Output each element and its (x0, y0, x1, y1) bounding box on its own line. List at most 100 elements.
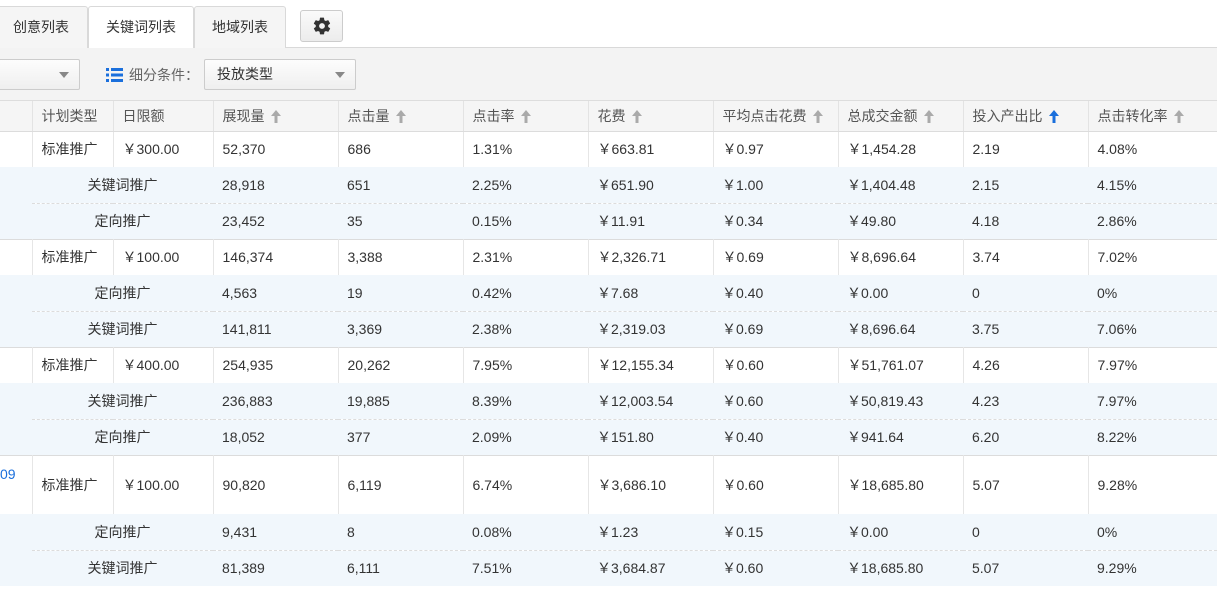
delivery-type-cell: 关键词推广 (32, 383, 213, 419)
gmv-cell: ￥0.00 (838, 275, 963, 311)
tab-region-list[interactable]: 地域列表 (194, 6, 286, 48)
filter-bar: 细分条件： 投放类型 (0, 48, 1217, 101)
sort-arrow-icon[interactable] (923, 109, 934, 126)
tab-creative-list[interactable]: 创意列表 (0, 6, 88, 48)
table-row-delivery-type: 定向推广 4,563 19 0.42% ￥7.68 ￥0.40 ￥0.00 0 0% (0, 275, 1217, 311)
column-header-label: 点击率 (472, 107, 515, 124)
cpc-cell: ￥0.34 (713, 202, 838, 239)
sort-arrow-icon[interactable] (812, 109, 823, 126)
ctr-cell: 0.42% (463, 275, 588, 311)
sort-arrow-icon[interactable] (1048, 109, 1059, 126)
sort-arrow-icon[interactable] (1173, 109, 1184, 126)
cpc-cell: ￥0.60 (713, 383, 838, 419)
column-header-name (0, 101, 33, 132)
column-header-total-gmv[interactable]: 总成交金额 (838, 101, 964, 132)
column-header-avg-cpc[interactable]: 平均点击花费 (713, 101, 839, 132)
column-header-ctr[interactable]: 点击率 (463, 101, 589, 132)
indent-cell (0, 419, 32, 455)
impressions-cell: 9,431 (213, 514, 338, 550)
plan-type-cell: 标准推广 (32, 454, 114, 514)
table-row-plan: 标准推广 ￥300.00 52,370 686 1.31% ￥663.81 ￥0.97 ￥1,… (0, 130, 1217, 167)
delivery-type-cell: 关键词推广 (32, 549, 213, 586)
column-header-clicks[interactable]: 点击量 (338, 101, 464, 132)
clicks-cell: 377 (338, 418, 463, 455)
impressions-cell: 28,918 (213, 167, 338, 203)
roi-cell: 6.20 (963, 418, 1088, 455)
cost-cell: ￥2,319.03 (588, 310, 713, 347)
clicks-cell: 8 (338, 514, 463, 550)
cpc-cell: ￥1.00 (713, 167, 838, 203)
clicks-cell: 3,388 (338, 238, 464, 275)
roi-cell: 2.19 (963, 130, 1089, 167)
gmv-cell: ￥18,685.80 (838, 549, 963, 586)
segment-select[interactable]: 投放类型 (204, 59, 356, 90)
clicks-cell: 35 (338, 202, 463, 239)
filter-select[interactable] (0, 59, 80, 90)
table-row-delivery-type: 关键词推广 236,883 19,885 8.39% ￥12,003.54 ￥0.60 ￥5… (0, 383, 1217, 419)
column-header-label: 日限额 (122, 107, 165, 124)
clicks-cell: 3,369 (338, 310, 463, 347)
report-tabs: 创意列表 关键词列表 地域列表 (0, 0, 1217, 49)
ctr-cell: 8.39% (463, 383, 588, 419)
impressions-cell: 23,452 (213, 202, 338, 239)
roi-cell: 3.74 (963, 238, 1089, 275)
clicks-cell: 20,262 (338, 346, 464, 383)
chevron-down-icon (335, 72, 345, 78)
sort-arrow-icon[interactable] (631, 109, 642, 126)
cost-cell: ￥3,686.10 (588, 454, 714, 514)
roi-cell: 2.15 (963, 167, 1088, 203)
table-row-plan: 09 标准推广 ￥100.00 90,820 6,119 6.74% ￥3,686.10 ￥0… (0, 454, 1217, 514)
plan-name-link[interactable]: 09 (0, 466, 31, 482)
cost-cell: ￥651.90 (588, 167, 713, 203)
indent-cell (0, 203, 32, 239)
impressions-cell: 81,389 (213, 549, 338, 586)
column-header-cost[interactable]: 花费 (588, 101, 714, 132)
column-header-label: 投入产出比 (972, 107, 1043, 124)
clicks-cell: 19,885 (338, 383, 463, 419)
column-header-click-cvr[interactable]: 点击转化率 (1088, 101, 1217, 132)
cost-cell: ￥11.91 (588, 202, 713, 239)
delivery-type-cell: 定向推广 (32, 418, 213, 455)
gmv-cell: ￥1,454.28 (838, 130, 964, 167)
cvr-cell: 9.28% (1088, 454, 1217, 514)
plan-type-cell: 标准推广 (32, 238, 114, 275)
cost-cell: ￥3,684.87 (588, 549, 713, 586)
column-header-impressions[interactable]: 展现量 (213, 101, 339, 132)
table-row-delivery-type: 关键词推广 28,918 651 2.25% ￥651.90 ￥1.00 ￥1,404.48… (0, 167, 1217, 203)
cvr-cell: 2.86% (1088, 202, 1217, 239)
report-table: 计划类型 日限额 展现量 点击量 点击率 花费 平均点击花费 总成交金额 投入产出比 点击转化率 … (0, 101, 1217, 586)
sort-arrow-icon[interactable] (270, 109, 281, 126)
column-header-roi[interactable]: 投入产出比 (963, 101, 1089, 132)
gmv-cell: ￥0.00 (838, 514, 963, 550)
impressions-cell: 141,811 (213, 310, 338, 347)
ctr-cell: 2.09% (463, 418, 588, 455)
cpc-cell: ￥0.60 (713, 549, 838, 586)
tab-keyword-list[interactable]: 关键词列表 (88, 6, 194, 49)
indent-cell (0, 167, 32, 203)
cvr-cell: 4.15% (1088, 167, 1217, 203)
plan-name-cell (0, 346, 33, 383)
cvr-cell: 4.08% (1088, 130, 1217, 167)
column-header-label: 花费 (597, 107, 626, 124)
column-header-label: 展现量 (222, 107, 265, 124)
settings-button[interactable] (300, 10, 343, 42)
cvr-cell: 7.02% (1088, 238, 1217, 275)
cvr-cell: 7.97% (1088, 346, 1217, 383)
roi-cell: 4.23 (963, 383, 1088, 419)
ctr-cell: 2.31% (463, 238, 589, 275)
ctr-cell: 1.31% (463, 130, 589, 167)
gmv-cell: ￥8,696.64 (838, 310, 963, 347)
list-icon (106, 68, 123, 82)
sort-arrow-icon[interactable] (395, 109, 406, 126)
cpc-cell: ￥0.15 (713, 514, 838, 550)
table-row-plan: 标准推广 ￥100.00 146,374 3,388 2.31% ￥2,326.71 ￥0.… (0, 238, 1217, 275)
delivery-type-cell: 定向推广 (32, 275, 213, 311)
sort-arrow-icon[interactable] (520, 109, 531, 126)
daily-budget-cell: ￥300.00 (113, 130, 214, 167)
delivery-type-cell: 关键词推广 (32, 310, 213, 347)
impressions-cell: 18,052 (213, 418, 338, 455)
gmv-cell: ￥18,685.80 (838, 454, 964, 514)
table-header-row: 计划类型 日限额 展现量 点击量 点击率 花费 平均点击花费 总成交金额 投入产出比 点击转化率 (0, 101, 1217, 132)
indent-cell (0, 514, 32, 550)
clicks-cell: 6,111 (338, 549, 463, 586)
